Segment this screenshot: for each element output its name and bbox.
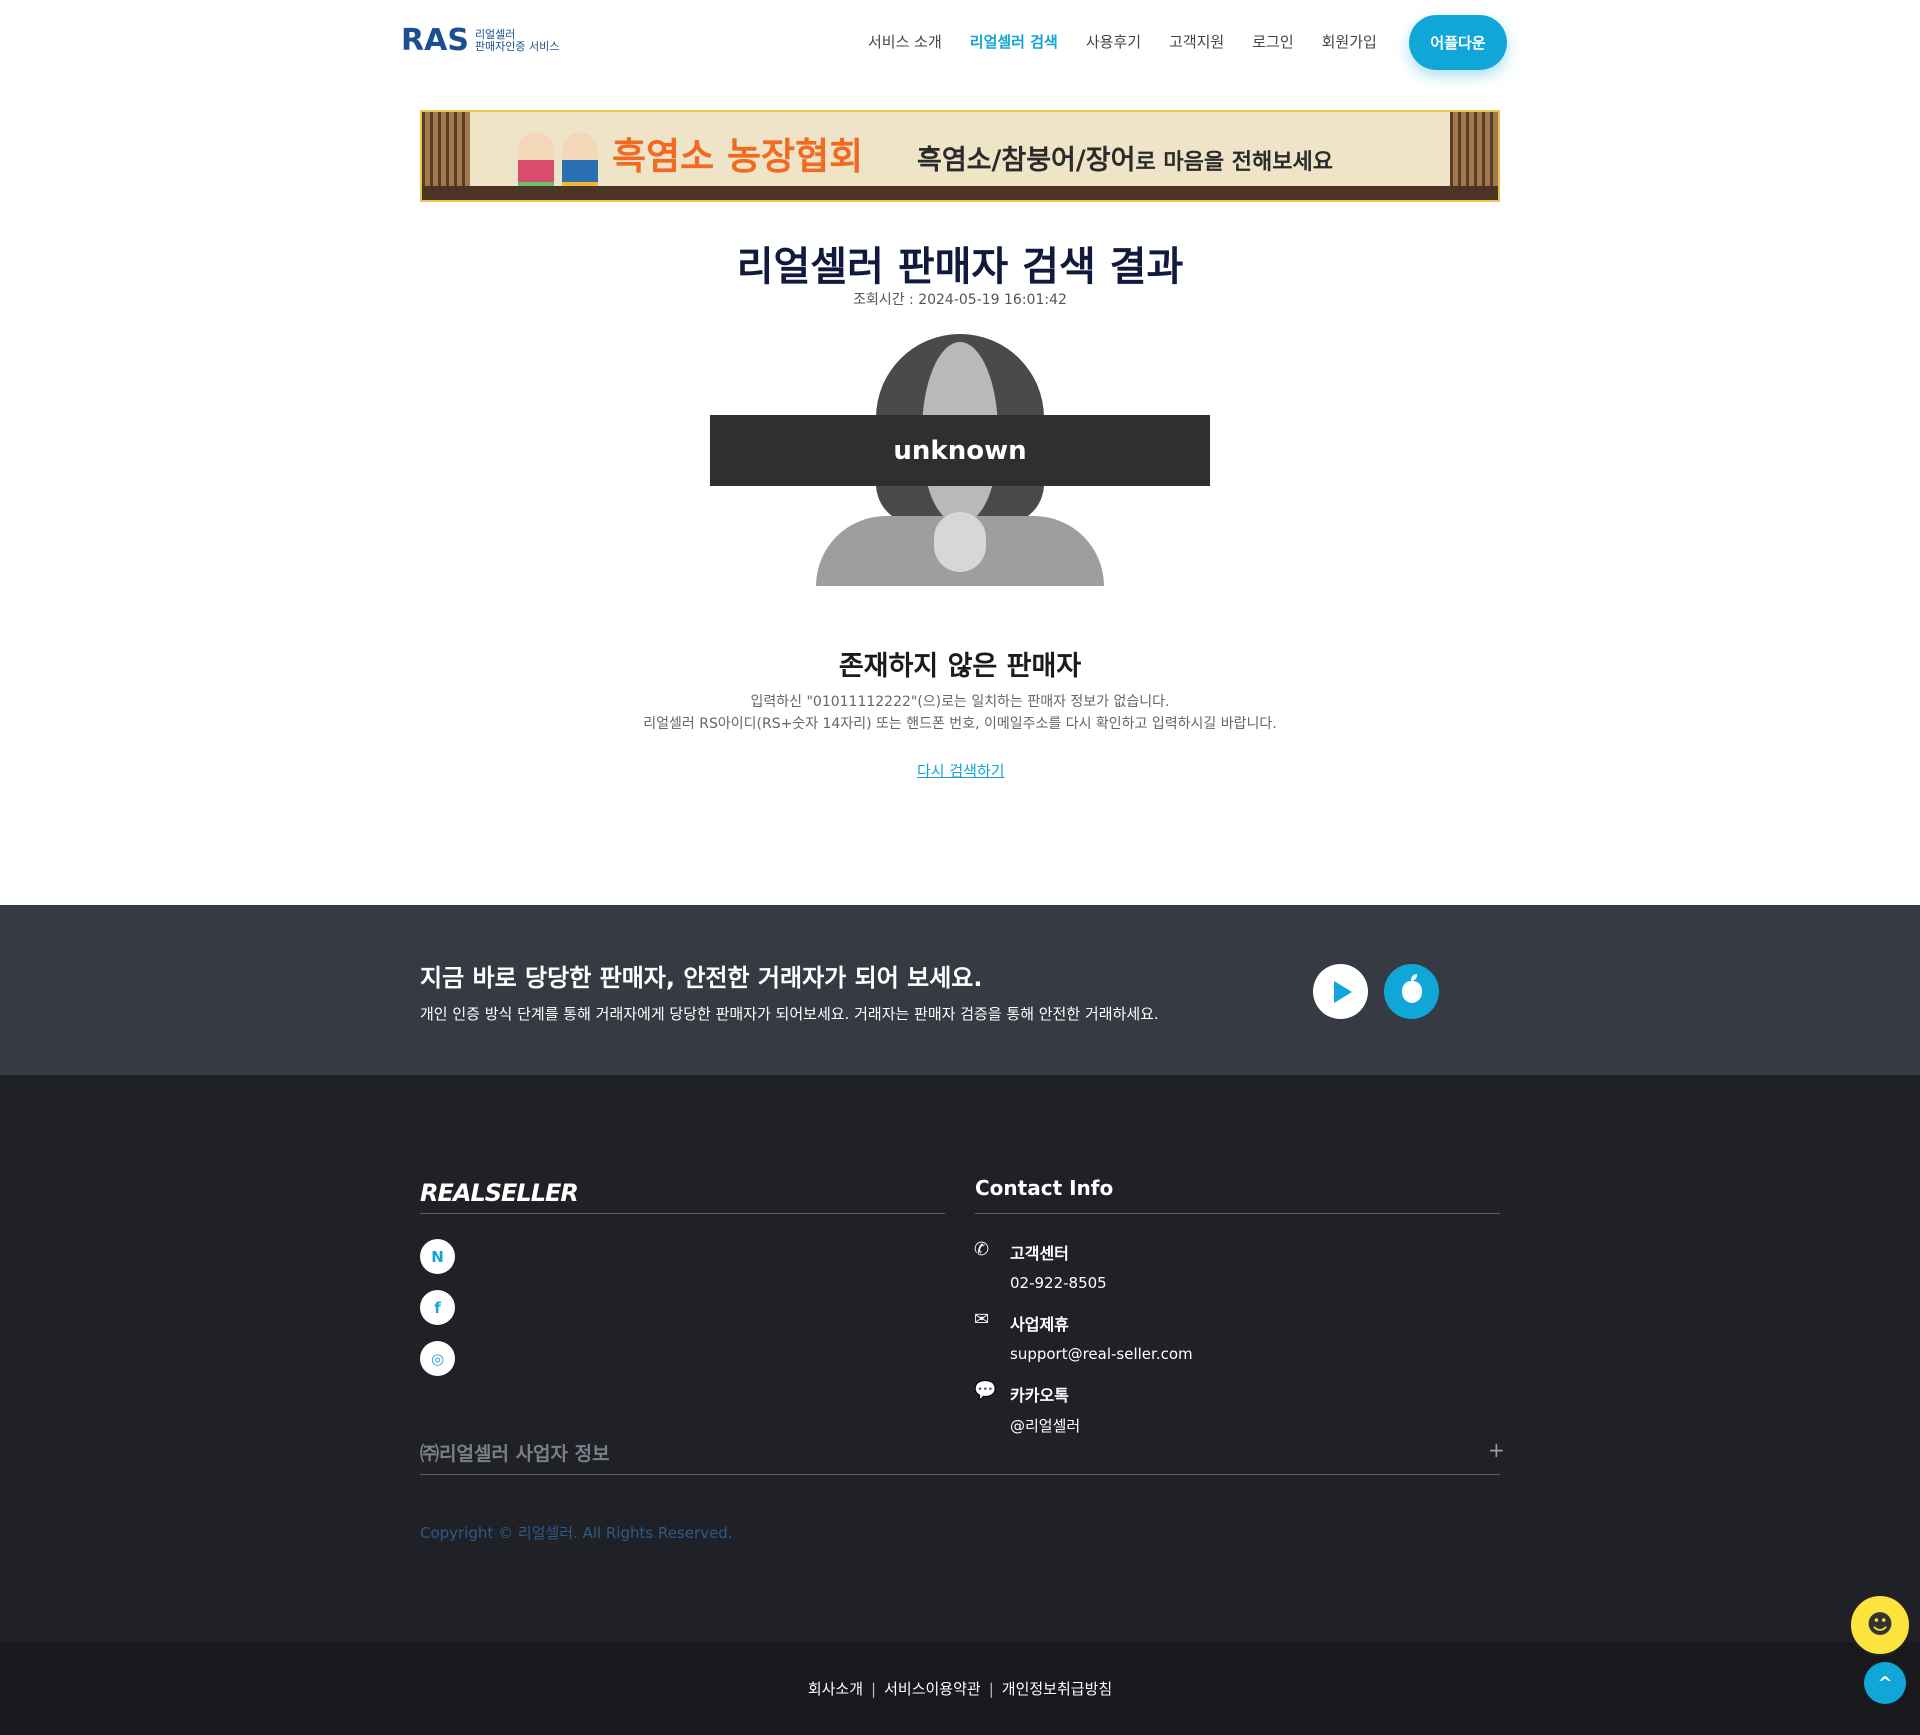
plus-icon[interactable]: +	[1488, 1438, 1505, 1462]
contact-email: support@real-seller.com	[1010, 1345, 1193, 1363]
footer-brand: REALSELLER	[420, 1179, 579, 1207]
query-time: 조회시간 : 2024-05-19 16:01:42	[853, 292, 1067, 308]
cta-title: 지금 바로 당당한 판매자, 안전한 거래자가 되어 보세요.	[420, 964, 983, 992]
search-again-link[interactable]: 다시 검색하기	[917, 760, 1005, 781]
unknown-label: unknown	[710, 415, 1210, 486]
nav-realseller-search[interactable]: 리얼셀러 검색	[970, 30, 1058, 54]
main-nav: 서비스 소개 리얼셀러 검색 사용후기 고객지원 로그인 회원가입	[868, 30, 1405, 54]
chat-icon: 💬	[974, 1380, 997, 1401]
business-info-divider	[420, 1474, 1500, 1475]
scroll-top-icon[interactable]: ^	[1864, 1662, 1906, 1704]
image-hand	[934, 512, 986, 572]
facebook-icon[interactable]: f	[420, 1290, 455, 1325]
nav-support[interactable]: 고객지원	[1169, 30, 1224, 54]
contact-phone: 02-922-8505	[1010, 1274, 1107, 1292]
google-play-button[interactable]	[1313, 964, 1368, 1019]
phone-icon: ✆	[974, 1239, 990, 1260]
link-privacy[interactable]: 개인정보취급방침	[1002, 1680, 1112, 1698]
instagram-icon[interactable]: ◎	[420, 1341, 455, 1376]
play-store-icon	[1333, 980, 1352, 1003]
apple-icon	[1401, 973, 1422, 1003]
nav-login[interactable]: 로그인	[1252, 30, 1293, 54]
link-separator: |	[988, 1680, 994, 1698]
site-logo[interactable]: RAS 리얼셀러 판매자인증 서비스	[401, 26, 559, 56]
nav-service-intro[interactable]: 서비스 소개	[868, 30, 942, 54]
site-header: RAS 리얼셀러 판매자인증 서비스 서비스 소개 리얼셀러 검색 사용후기 고…	[0, 0, 1920, 84]
logo-line-2: 판매자인증 서비스	[474, 40, 560, 53]
logo-mark: RAS	[401, 23, 469, 58]
not-found-message-1: 입력하신 "01011112222"(으)로는 일치하는 판매자 정보가 없습니…	[750, 694, 1170, 710]
contact-info-title: Contact Info	[975, 1176, 1114, 1200]
ad-banner[interactable]: 흑염소 농장협회 흑염소/참붕어/장어로 마음을 전해보세요	[420, 110, 1500, 202]
link-separator: |	[871, 1680, 877, 1698]
mail-icon: ✉	[974, 1309, 990, 1330]
not-found-title: 존재하지 않은 판매자	[838, 651, 1082, 682]
nav-reviews[interactable]: 사용후기	[1086, 30, 1141, 54]
app-download-button[interactable]: 어플다운	[1409, 15, 1507, 70]
footer-divider-left	[420, 1213, 945, 1214]
site-footer: REALSELLER Contact Info N f ◎ ✆ 고객센터 02-…	[0, 1075, 1920, 1642]
banner-bottom-strip	[422, 186, 1498, 200]
cta-band: 지금 바로 당당한 판매자, 안전한 거래자가 되어 보세요. 개인 인증 방식…	[0, 905, 1920, 1075]
contact-kakao-id: @리얼셀러	[1010, 1417, 1081, 1435]
naver-blog-icon[interactable]: N	[420, 1239, 455, 1274]
link-terms[interactable]: 서비스이용약관	[884, 1680, 981, 1698]
link-company[interactable]: 회사소개	[808, 1680, 863, 1698]
app-store-button[interactable]	[1384, 964, 1439, 1019]
business-info-toggle[interactable]: ㈜리얼셀러 사업자 정보	[420, 1439, 610, 1466]
contact-label-partnership: 사업제휴	[1010, 1315, 1069, 1334]
banner-subtitle-main: 흑염소/참붕어/장어	[917, 145, 1136, 176]
banner-title: 흑염소 농장협회	[612, 135, 864, 178]
kakao-chat-icon[interactable]: ☻	[1849, 1594, 1911, 1656]
contact-label-kakao: 카카오톡	[1010, 1386, 1069, 1405]
not-found-message-2: 리얼셀러 RS아이디(RS+숫자 14자리) 또는 핸드폰 번호, 이메일주소를…	[643, 716, 1277, 732]
banner-subtitle: 흑염소/참붕어/장어로 마음을 전해보세요	[917, 138, 1333, 177]
contact-label-support: 고객센터	[1010, 1244, 1069, 1263]
logo-subtitle: 리얼셀러 판매자인증 서비스	[475, 29, 559, 53]
banner-subtitle-tail: 로 마음을 전해보세요	[1135, 150, 1333, 175]
footer-divider-right	[975, 1213, 1500, 1214]
page-title: 리얼셀러 판매자 검색 결과	[736, 244, 1184, 290]
cta-text: 개인 인증 방식 단계를 통해 거래자에게 당당한 판매자가 되어보세요. 거래…	[420, 1005, 1159, 1023]
nav-signup[interactable]: 회원가입	[1322, 30, 1377, 54]
bottom-links: 회사소개 | 서비스이용약관 | 개인정보취급방침	[0, 1678, 1920, 1699]
copyright: Copyright © 리얼셀러. All Rights Reserved.	[420, 1524, 733, 1542]
